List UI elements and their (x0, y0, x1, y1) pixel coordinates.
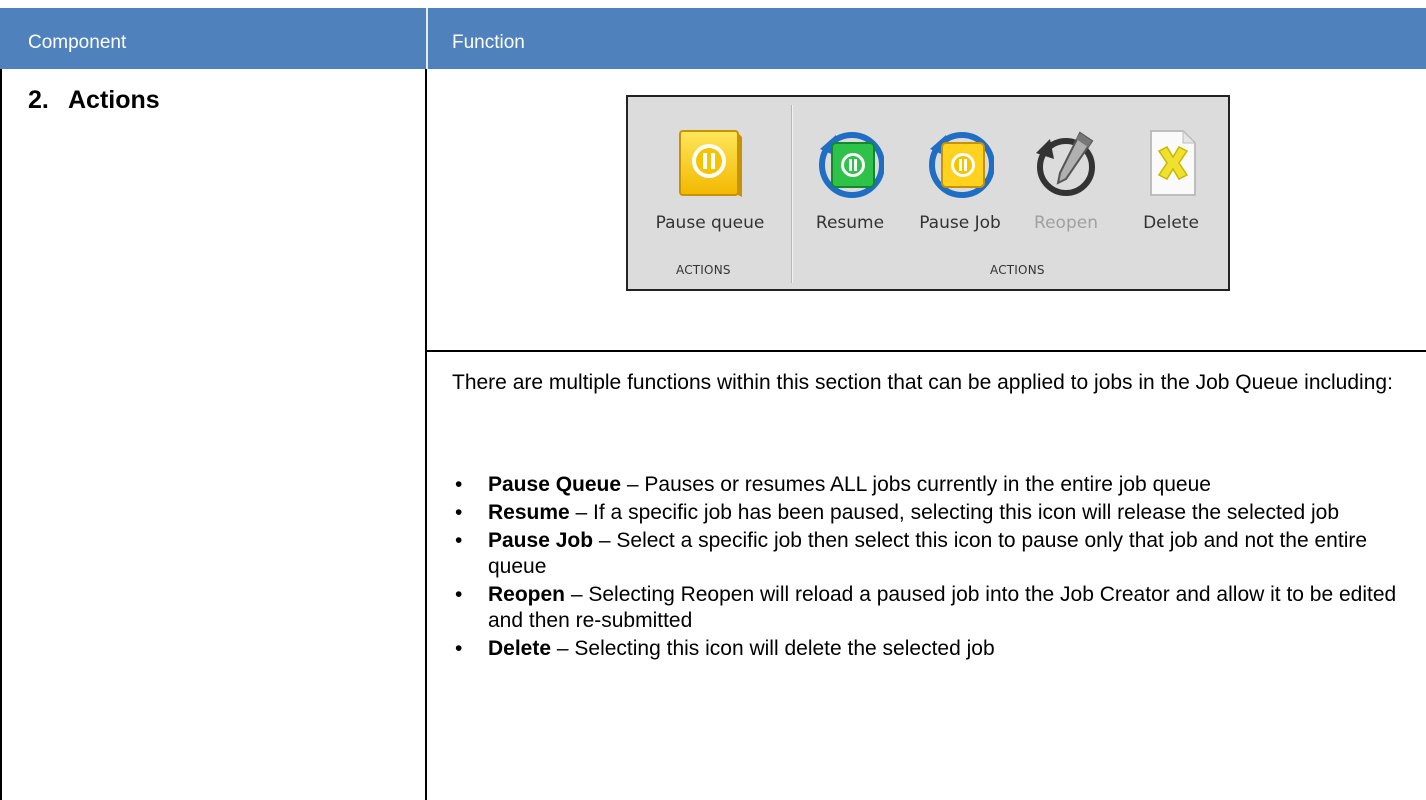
components-table: Component Function 2. Actions Pause queu… (0, 0, 1426, 800)
list-item: • Reopen – Selecting Reopen will reload a… (455, 583, 1397, 632)
list-item: • Resume – If a specific job has been pau… (455, 501, 1339, 524)
component-title: 2. Actions (28, 86, 160, 115)
list-item: • Pause Job – Select a specific job then … (455, 529, 1368, 578)
reopen-icon (1032, 127, 1100, 199)
bullet-text: – Selecting Reopen will reload a paused … (488, 583, 1397, 632)
pause-queue-label: Pause queue (655, 213, 765, 233)
pause-job-icon (926, 127, 995, 199)
reopen-button[interactable]: Reopen (1018, 127, 1114, 233)
bullet-term: Pause Job (488, 529, 594, 552)
bullet-term: Reopen (488, 583, 566, 606)
ribbon-group2-label: ACTIONS (990, 263, 1045, 277)
bullet-text: – Selecting this icon will delete the se… (551, 637, 995, 660)
ribbon-group1-label: ACTIONS (676, 263, 731, 277)
table-border-left (0, 69, 2, 800)
reopen-label: Reopen (1034, 213, 1098, 233)
description-intro: There are multiple functions within this… (452, 371, 1393, 394)
bullet-term: Pause Queue (488, 473, 622, 496)
table-row-divider (425, 350, 1426, 352)
delete-button[interactable]: Delete (1124, 127, 1218, 233)
function-description: There are multiple functions within this… (452, 370, 1402, 396)
bullet-text: – If a specific job has been paused, sel… (569, 501, 1339, 524)
resume-icon (816, 127, 885, 199)
resume-label: Resume (815, 213, 885, 233)
header-divider (426, 8, 428, 69)
bullet-term: Delete (488, 637, 552, 660)
pause-queue-icon (676, 127, 744, 199)
bullet-term: Resume (488, 501, 570, 524)
delete-label: Delete (1143, 213, 1199, 233)
list-item: • Pause Queue – Pauses or resumes ALL job… (455, 473, 1211, 496)
component-number: 2. (28, 86, 49, 114)
header-function: Function (452, 32, 525, 53)
pause-job-button[interactable]: Pause Job (906, 127, 1014, 233)
header-component: Component (28, 32, 127, 53)
bullet-text: – Pauses or resumes ALL jobs currently i… (621, 473, 1211, 496)
bullet-text: – Select a specific job then select this… (488, 529, 1368, 578)
pause-job-label: Pause Job (919, 213, 1001, 233)
table-column-divider (425, 69, 427, 800)
list-item: • Delete – Selecting this icon will delet… (455, 637, 995, 660)
resume-button[interactable]: Resume (800, 127, 900, 233)
delete-icon (1137, 127, 1205, 199)
function-bullet-list: • Pause Queue – Pauses or resumes ALL job… (452, 472, 1402, 664)
actions-ribbon: Pause queue ACTIONS Resume Pause Job Reo… (626, 95, 1230, 291)
table-header-row: Component Function (0, 8, 1426, 69)
pause-queue-button[interactable]: Pause queue (640, 127, 780, 233)
component-name: Actions (68, 86, 160, 114)
